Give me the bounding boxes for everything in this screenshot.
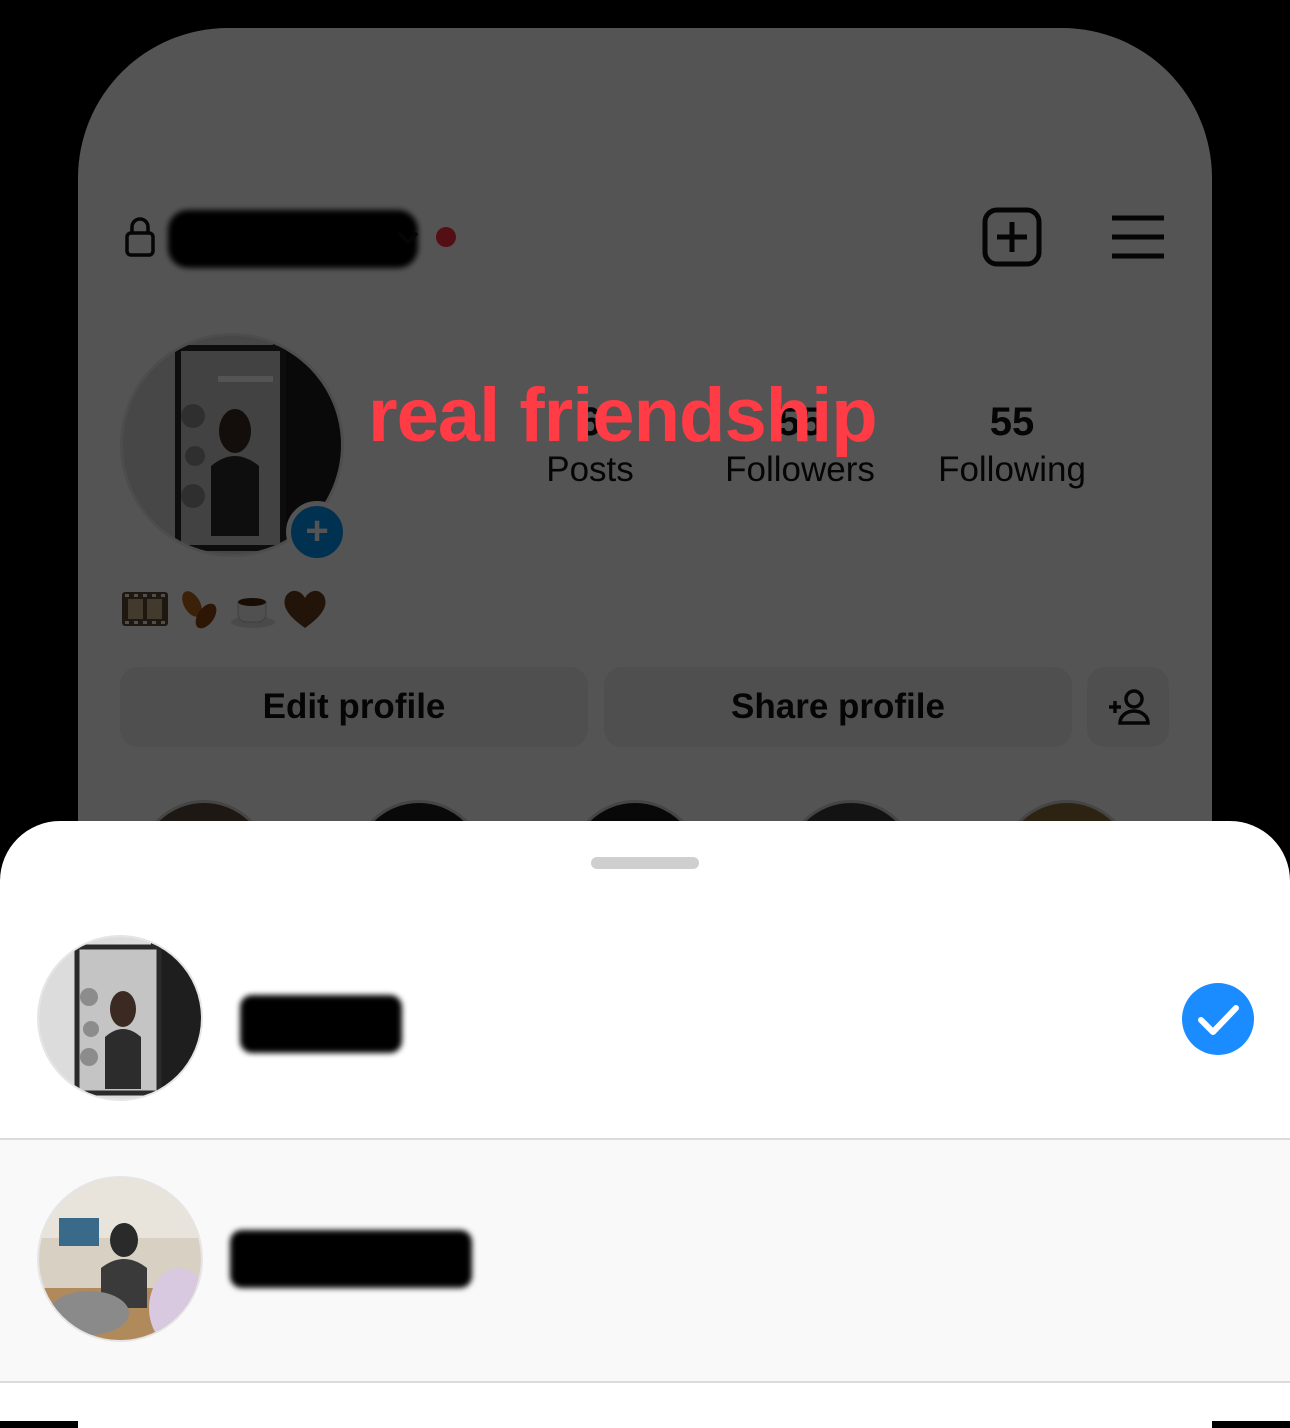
chevron-down-icon[interactable] — [395, 228, 421, 246]
add-person-icon — [1109, 689, 1150, 725]
account-name-redacted — [240, 995, 402, 1053]
share-profile-button[interactable]: Share profile — [604, 667, 1072, 747]
check-circle-icon — [1182, 983, 1254, 1055]
notification-dot — [436, 227, 456, 247]
following-count[interactable]: 55 — [970, 400, 1054, 445]
edit-profile-button[interactable]: Edit profile — [120, 667, 588, 747]
account-name-redacted — [230, 1230, 472, 1288]
fallen-leaves-emoji — [174, 586, 224, 632]
discover-people-button[interactable] — [1087, 667, 1169, 747]
account-avatar — [37, 935, 203, 1101]
username-redacted[interactable] — [168, 210, 418, 268]
account-row[interactable] — [0, 1138, 1290, 1383]
add-story-button[interactable]: + — [286, 501, 348, 563]
film-strip-emoji — [120, 586, 170, 632]
hamburger-menu-icon[interactable] — [1110, 213, 1166, 261]
overlay-caption: real friendship — [368, 373, 878, 458]
lock-icon — [125, 217, 155, 257]
sheet-grabber[interactable] — [591, 857, 699, 869]
account-row[interactable] — [0, 921, 1290, 1137]
brown-heart-emoji — [280, 586, 330, 632]
following-label[interactable]: Following — [920, 450, 1104, 490]
account-avatar — [37, 1176, 203, 1342]
coffee-emoji — [228, 586, 278, 632]
plus-square-icon[interactable] — [982, 207, 1042, 267]
account-switcher-sheet — [0, 821, 1290, 1421]
